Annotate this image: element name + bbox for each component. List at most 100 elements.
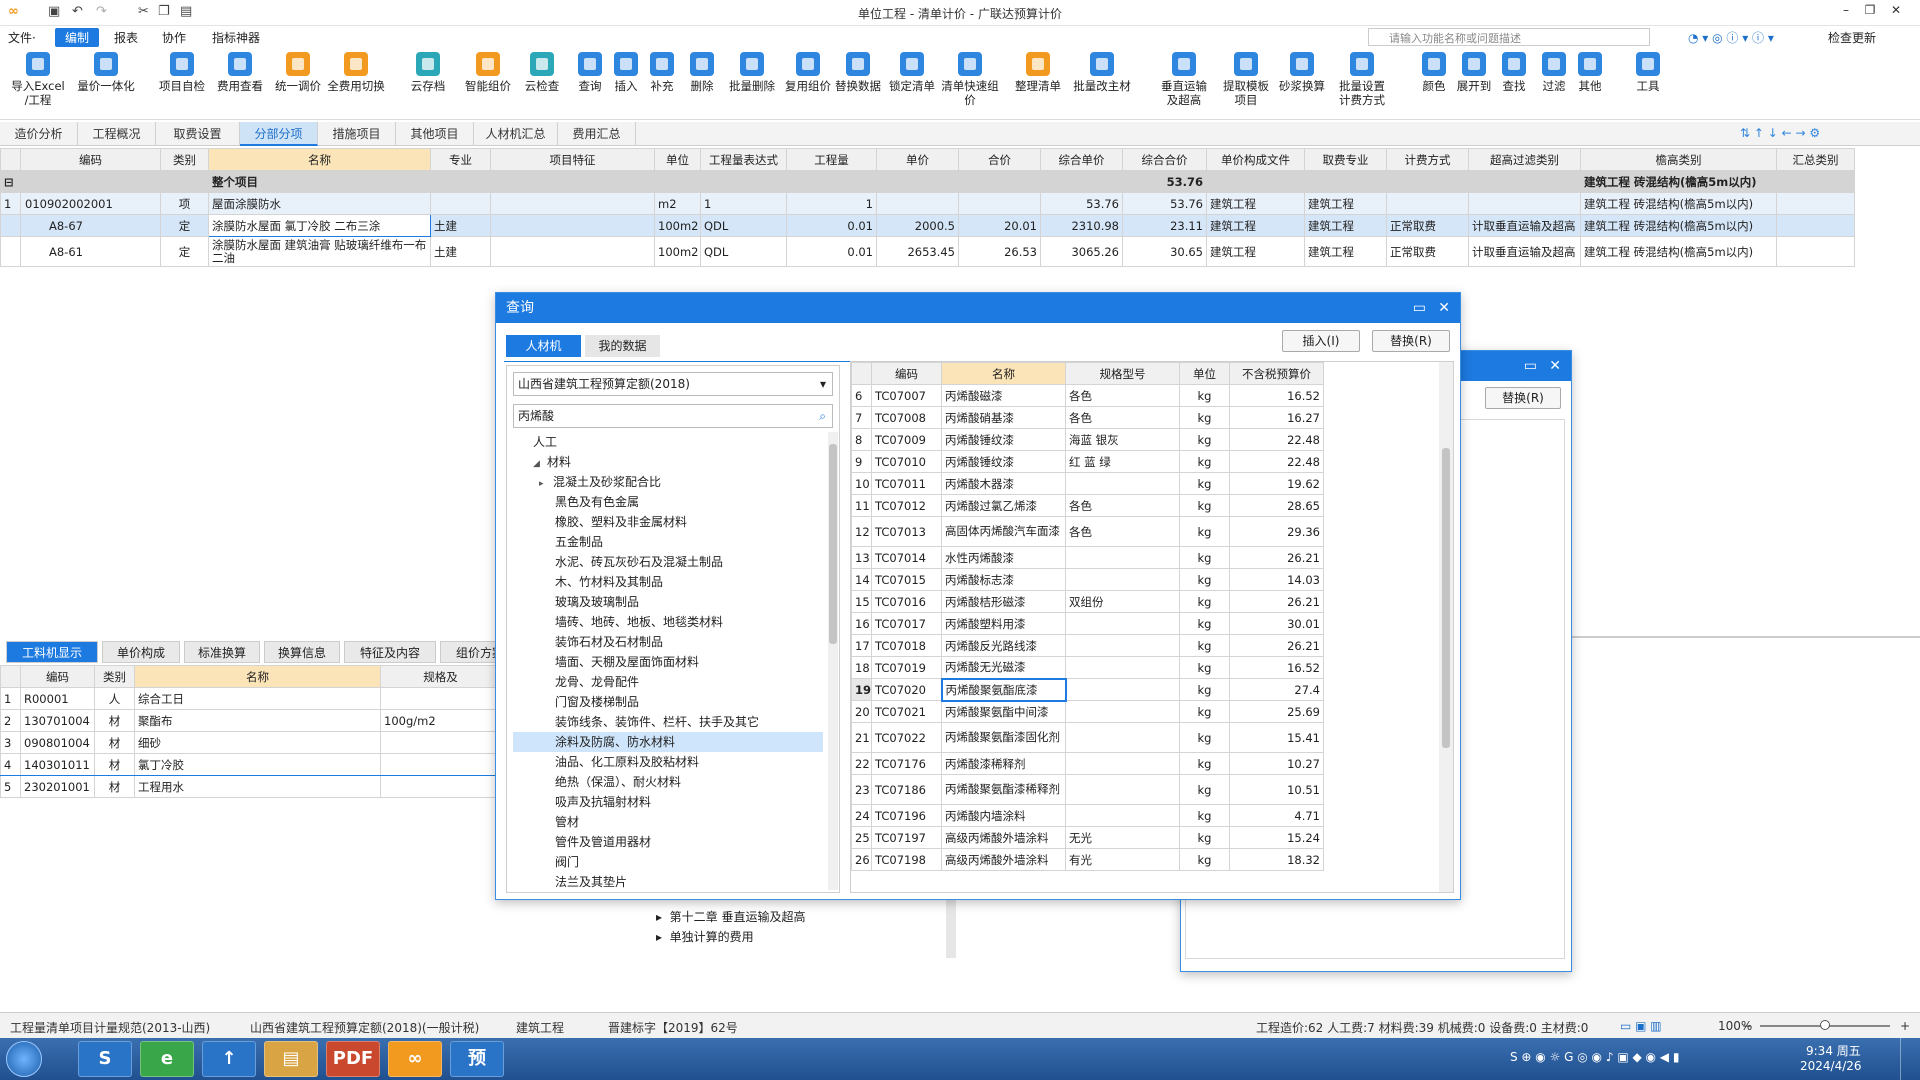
table-cell[interactable]: 090801004 (20, 731, 95, 754)
column-header[interactable] (0, 665, 21, 688)
replace-button[interactable]: 替换(R) (1485, 387, 1561, 409)
table-row[interactable]: A8-61 定涂膜防水屋面 建筑油膏 贴玻璃纤维布一布二油 土建 100m2 QDL 0.… (0, 236, 1855, 267)
table-cell[interactable]: QDL (700, 236, 787, 267)
table-cell[interactable]: kg (1179, 656, 1230, 679)
table-row[interactable]: 22 TC07176 丙烯酸漆稀释剂 kg 10.27 (851, 752, 1324, 775)
tab-module[interactable]: 其他项目 (396, 122, 474, 146)
table-row[interactable]: 23 TC07186 丙烯酸聚氨酯漆稀释剂 kg 10.51 (851, 774, 1324, 805)
table-cell[interactable] (1065, 612, 1180, 635)
table-cell[interactable]: 丙烯酸标志漆 (941, 568, 1066, 591)
table-cell[interactable]: TC07186 (871, 774, 942, 805)
table-cell[interactable]: 1 (700, 192, 787, 215)
tree-item[interactable]: 人工 (513, 432, 823, 452)
table-row[interactable]: 1 010902002001 项屋面涂膜防水 m2 1 1 53.76 53.76 建筑工程 建筑… (0, 192, 1855, 215)
close-icon[interactable]: ✕ (1438, 293, 1450, 323)
tree-item[interactable]: 黑色及有色金属 (513, 492, 823, 512)
table-cell[interactable]: 21 (851, 722, 872, 753)
table-cell[interactable]: 各色 (1065, 406, 1180, 429)
table-cell[interactable]: 1 (786, 192, 877, 215)
tree-item[interactable]: 阀门 (513, 852, 823, 872)
tab-module[interactable]: 工程概况 (78, 122, 156, 146)
maximize-icon[interactable]: ▭ (1524, 351, 1537, 381)
table-cell[interactable]: 建筑工程 (1206, 214, 1305, 237)
table-cell[interactable]: 0.01 (786, 214, 877, 237)
nav-arrow-icons[interactable]: ⇅ ↑ ↓ ← → ⚙ (1740, 126, 1820, 140)
scrollbar[interactable] (1439, 362, 1453, 892)
column-header[interactable]: 规格及 (380, 665, 501, 688)
tab-module[interactable]: 人材机汇总 (474, 122, 558, 146)
table-cell[interactable]: 有光 (1065, 848, 1180, 871)
table-row[interactable]: 9 TC07010 丙烯酸锤纹漆红 蓝 绿 kg 22.48 (851, 450, 1324, 473)
table-cell[interactable]: TC07011 (871, 472, 942, 495)
tree-item[interactable]: 五金制品 (513, 532, 823, 552)
close-icon[interactable]: ✕ (1886, 3, 1906, 17)
table-row[interactable]: 10 TC07011 丙烯酸木器漆 kg 19.62 (851, 472, 1324, 495)
bill-table[interactable]: 编码 类别 名称 专业 项目特征 单位 工程量表达式 工程量 单价 合价 综合单价 综合合价 单价构成文… (0, 148, 1855, 267)
table-cell[interactable]: 氯丁冷胶 (134, 753, 381, 776)
table-row[interactable]: 15 TC07016 丙烯酸桔形磁漆 双组份 kg 26.21 (851, 590, 1324, 613)
column-header[interactable]: 编码 (20, 665, 95, 688)
detail-tab[interactable]: 工料机显示 (6, 641, 98, 663)
table-cell[interactable]: kg (1179, 634, 1230, 657)
table-cell[interactable] (380, 687, 501, 710)
table-cell[interactable] (430, 192, 491, 215)
table-cell[interactable]: 53.76 (1122, 192, 1207, 215)
table-cell[interactable]: 定 (160, 236, 209, 267)
table-cell[interactable]: TC07020 (871, 678, 942, 701)
table-cell[interactable]: 高级丙烯酸外墙涂料 (941, 826, 1066, 849)
table-cell[interactable] (380, 731, 501, 754)
table-cell[interactable]: 10.51 (1229, 774, 1324, 805)
column-header[interactable]: 规格型号 (1065, 362, 1180, 385)
tab-my-data[interactable]: 我的数据 (585, 335, 660, 357)
table-cell[interactable]: 丙烯酸漆稀释剂 (941, 752, 1066, 775)
table-cell[interactable]: 18 (851, 656, 872, 679)
table-cell[interactable]: 细砂 (134, 731, 381, 754)
table-cell[interactable]: 14.03 (1229, 568, 1324, 591)
table-cell[interactable]: TC07015 (871, 568, 942, 591)
table-cell[interactable] (490, 214, 655, 237)
table-cell[interactable]: 16.52 (1229, 384, 1324, 407)
ribbon-button[interactable]: 批量改主材 (1072, 52, 1132, 93)
table-cell[interactable]: 丙烯酸硝基漆 (941, 406, 1066, 429)
ribbon-button[interactable]: 统一调价 (268, 52, 328, 93)
table-cell[interactable]: 15.41 (1229, 722, 1324, 753)
table-cell[interactable]: kg (1179, 406, 1230, 429)
taskbar-app[interactable]: ∞ (388, 1041, 442, 1077)
table-cell[interactable]: 建筑工程 (1206, 192, 1305, 215)
table-cell[interactable]: 丙烯酸磁漆 (941, 384, 1066, 407)
table-cell[interactable]: 18.32 (1229, 848, 1324, 871)
ribbon-button[interactable]: 量价一体化 (76, 52, 136, 93)
table-cell[interactable]: 丙烯酸锤纹漆 (941, 450, 1066, 473)
scrollbar-thumb[interactable] (829, 444, 837, 644)
column-header[interactable] (851, 362, 872, 385)
table-cell[interactable]: 双组份 (1065, 590, 1180, 613)
table-row[interactable]: 5 230201001 材工程用水 (0, 775, 501, 798)
table-cell[interactable]: TC07019 (871, 656, 942, 679)
table-cell[interactable]: 230201001 (20, 775, 95, 798)
table-cell[interactable]: 土建 (430, 214, 491, 237)
table-row[interactable]: 20 TC07021 丙烯酸聚氨酯中间漆 kg 25.69 (851, 700, 1324, 723)
table-cell[interactable]: TC07009 (871, 428, 942, 451)
table-cell[interactable]: kg (1179, 546, 1230, 569)
table-cell[interactable]: 建筑工程 砖混结构(檐高5m以内) (1580, 192, 1777, 215)
table-cell[interactable] (1065, 678, 1180, 701)
table-cell[interactable] (958, 192, 1041, 215)
table-cell[interactable]: kg (1179, 590, 1230, 613)
table-row[interactable]: 18 TC07019 丙烯酸无光磁漆 kg 16.52 (851, 656, 1324, 679)
table-cell[interactable]: 涂膜防水屋面 建筑油膏 贴玻璃纤维布一布二油 (208, 236, 431, 267)
tree-item[interactable]: 门窗及楼梯制品 (513, 692, 823, 712)
library-select[interactable]: 山西省建筑工程预算定额(2018) ▾ (513, 372, 833, 396)
column-header[interactable]: 超高过滤类别 (1468, 148, 1581, 171)
column-header[interactable]: 编码 (871, 362, 942, 385)
tree-item[interactable]: 法兰及其垫片 (513, 872, 823, 890)
table-cell[interactable]: 11 (851, 494, 872, 517)
table-cell[interactable]: TC07016 (871, 590, 942, 613)
table-cell[interactable]: 建筑工程 砖混结构(檐高5m以内) (1580, 214, 1777, 237)
menu-file[interactable]: 文件· (8, 29, 36, 46)
tree-item[interactable]: 涂料及防腐、防水材料 (513, 732, 823, 752)
tree-item[interactable]: ▸ 混凝土及砂浆配合比 (513, 472, 823, 492)
table-cell[interactable] (1065, 568, 1180, 591)
taskbar-app[interactable]: S (78, 1041, 132, 1077)
search-input[interactable]: 丙烯酸 ⌕ (513, 404, 833, 428)
table-cell[interactable]: 丙烯酸聚氨酯底漆 (940, 677, 1067, 702)
